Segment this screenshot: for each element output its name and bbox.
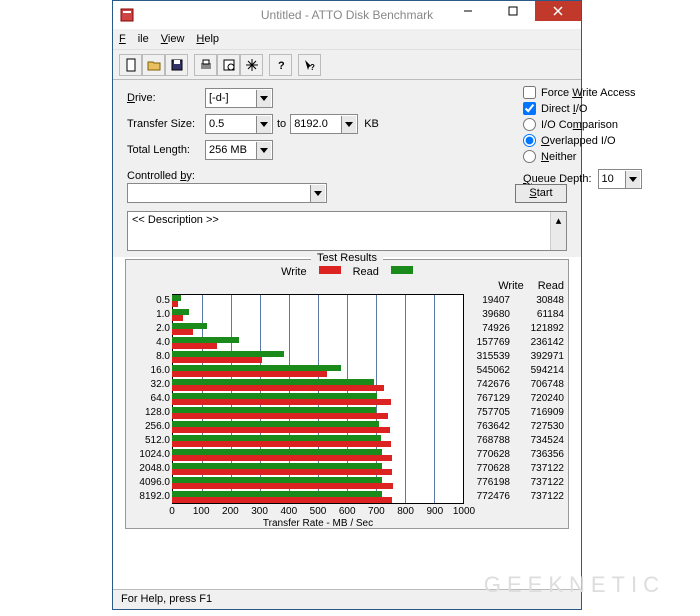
titlebar[interactable]: Untitled - ATTO Disk Benchmark — [113, 1, 581, 29]
description-textarea[interactable]: << Description >> ▴ — [127, 211, 567, 251]
menu-file[interactable]: File — [119, 33, 149, 45]
scroll-up-icon[interactable]: ▴ — [551, 212, 566, 228]
config-panel: Drive: [-d-] Transfer Size: 0.5 to 8192.… — [113, 80, 581, 170]
status-bar: For Help, press F1 — [113, 589, 581, 609]
close-button[interactable] — [535, 1, 581, 21]
options-button[interactable] — [240, 54, 263, 76]
legend-write-swatch — [319, 266, 341, 274]
controlled-by-label: Controlled by: — [127, 170, 567, 182]
results-values: Write Read 19407308483968061184749261218… — [464, 280, 564, 524]
chart-plot: 01002003004005006007008009001000 Transfe… — [172, 280, 464, 524]
save-button[interactable] — [165, 54, 188, 76]
options-panel: Force Write Access Direct I/O I/O Compar… — [523, 86, 683, 189]
transfer-to-select[interactable]: 8192.0 — [290, 114, 358, 134]
new-button[interactable] — [119, 54, 142, 76]
force-write-checkbox[interactable] — [523, 86, 536, 99]
minimize-button[interactable] — [445, 1, 490, 21]
svg-text:?: ? — [278, 60, 285, 72]
neither-label: Neither — [541, 151, 576, 163]
toolbar: ? ? — [113, 50, 581, 80]
queue-depth-select[interactable]: 10 — [598, 169, 642, 189]
total-length-label: Total Length: — [127, 144, 205, 156]
results-panel: Test Results Write Read 0.51.02.04.08.01… — [125, 259, 569, 529]
chart-x-axis: 01002003004005006007008009001000 — [172, 506, 464, 516]
controlled-by-select[interactable] — [127, 183, 327, 203]
kb-label: KB — [364, 118, 379, 130]
overlapped-radio[interactable] — [523, 134, 536, 147]
direct-io-checkbox[interactable] — [523, 102, 536, 115]
direct-io-label: Direct I/O — [541, 103, 587, 115]
menubar: File View Help — [113, 29, 581, 50]
maximize-button[interactable] — [490, 1, 535, 21]
description-placeholder: << Description >> — [132, 214, 219, 226]
neither-radio[interactable] — [523, 150, 536, 163]
chart-x-title: Transfer Rate - MB / Sec — [172, 518, 464, 529]
to-label: to — [277, 118, 286, 130]
values-read-header: Read — [538, 280, 564, 292]
app-icon — [119, 7, 135, 23]
context-help-button[interactable]: ? — [298, 54, 321, 76]
total-length-select[interactable]: 256 MB — [205, 140, 273, 160]
menu-view[interactable]: View — [161, 33, 185, 45]
drive-select[interactable]: [-d-] — [205, 88, 273, 108]
io-comparison-label: I/O Comparison — [541, 119, 618, 131]
io-comparison-radio[interactable] — [523, 118, 536, 131]
chart-y-labels: 0.51.02.04.08.016.032.064.0128.0256.0512… — [130, 280, 172, 524]
transfer-from-select[interactable]: 0.5 — [205, 114, 273, 134]
values-write-header: Write — [498, 280, 523, 292]
help-button[interactable]: ? — [269, 54, 292, 76]
force-write-label: Force Write Access — [541, 87, 636, 99]
open-button[interactable] — [142, 54, 165, 76]
print-preview-button[interactable] — [217, 54, 240, 76]
app-window: Untitled - ATTO Disk Benchmark File View… — [112, 0, 582, 610]
drive-label: Drive: — [127, 92, 205, 104]
queue-depth-label: Queue Depth: — [523, 173, 592, 185]
results-title: Test Results — [311, 252, 383, 264]
print-button[interactable] — [194, 54, 217, 76]
overlapped-label: Overlapped I/O — [541, 135, 616, 147]
svg-text:?: ? — [310, 63, 315, 72]
description-scrollbar[interactable]: ▴ — [550, 212, 566, 250]
chart-legend: Write Read — [130, 266, 564, 278]
legend-read-label: Read — [353, 266, 379, 278]
transfer-size-label: Transfer Size: — [127, 118, 205, 130]
legend-read-swatch — [391, 266, 413, 274]
menu-help[interactable]: Help — [196, 33, 219, 45]
status-text: For Help, press F1 — [121, 593, 212, 605]
legend-write-label: Write — [281, 266, 306, 278]
